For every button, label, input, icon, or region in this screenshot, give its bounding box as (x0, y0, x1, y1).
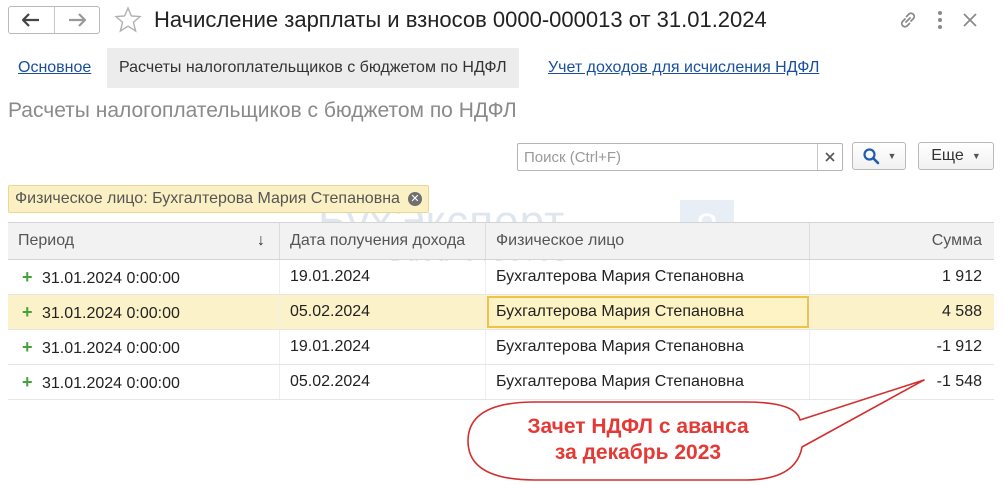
chevron-down-icon: ▼ (887, 151, 897, 161)
cell-income-date[interactable]: 05.02.2024 (280, 365, 486, 399)
cell-income-date[interactable]: 05.02.2024 (280, 295, 486, 329)
tab-main[interactable]: Основное (18, 48, 91, 88)
back-button[interactable] (9, 7, 55, 33)
forward-button[interactable] (55, 7, 100, 33)
table-row[interactable]: +31.01.2024 0:00:00 19.01.2024 Бухгалтер… (8, 330, 994, 365)
cell-income-date[interactable]: 19.01.2024 (280, 330, 486, 364)
search-options-button[interactable]: ▼ (852, 142, 906, 170)
search-box (517, 143, 843, 171)
tab-income-accounting[interactable]: Учет доходов для исчисления НДФЛ (548, 48, 819, 88)
plus-icon: + (22, 337, 33, 357)
clear-search-button[interactable] (817, 144, 842, 170)
arrow-left-icon (22, 13, 40, 27)
column-header-income-date[interactable]: Дата получения дохода (280, 223, 486, 259)
chevron-down-icon: ▼ (971, 151, 981, 161)
cell-sum[interactable]: 4 588 (810, 295, 994, 329)
cell-sum[interactable]: -1 912 (810, 330, 994, 364)
cell-period[interactable]: +31.01.2024 0:00:00 (8, 260, 280, 294)
filter-chip-label: Физическое лицо: Бухгалтерова Мария Степ… (15, 190, 400, 207)
filter-chip[interactable]: Физическое лицо: Бухгалтерова Мария Степ… (8, 185, 429, 213)
cell-period[interactable]: +31.01.2024 0:00:00 (8, 330, 280, 364)
table-row[interactable]: +31.01.2024 0:00:00 05.02.2024 Бухгалтер… (8, 365, 994, 400)
more-actions-button[interactable] (928, 8, 952, 32)
cell-income-date[interactable]: 19.01.2024 (280, 260, 486, 294)
search-icon (862, 148, 879, 165)
cell-sum[interactable]: -1 548 (810, 365, 994, 399)
close-icon (963, 13, 977, 27)
callout-line-2: за декабрь 2023 (554, 441, 722, 464)
tab-ndfl-settlements[interactable]: Расчеты налогоплательщиков с бюджетом по… (107, 48, 519, 88)
cell-person[interactable]: Бухгалтерова Мария Степановна (486, 330, 810, 364)
cell-person[interactable]: Бухгалтерова Мария Степановна (486, 260, 810, 294)
close-icon (825, 152, 835, 162)
remove-filter-icon[interactable]: ✕ (407, 192, 422, 206)
more-button[interactable]: Еще ▼ (918, 142, 994, 170)
cell-period[interactable]: +31.01.2024 0:00:00 (8, 365, 280, 399)
cell-person[interactable]: Бухгалтерова Мария Степановна (486, 365, 810, 399)
plus-icon: + (22, 267, 33, 287)
page-window-title: Начисление зарплаты и взносов 0000-00001… (154, 7, 767, 32)
plus-icon: + (22, 302, 33, 322)
more-button-label: Еще (931, 147, 964, 164)
more-vertical-icon (938, 11, 942, 29)
search-input[interactable] (518, 144, 817, 170)
table-header: Период ↓ Дата получения дохода Физическо… (8, 222, 994, 260)
table-row-selected[interactable]: +31.01.2024 0:00:00 05.02.2024 Бухгалтер… (8, 295, 994, 330)
ndfl-table: Период ↓ Дата получения дохода Физическо… (8, 222, 994, 400)
favorite-star-button[interactable] (113, 5, 143, 35)
column-header-person[interactable]: Физическое лицо (486, 223, 810, 259)
callout-line-1: Зачет НДФЛ с аванса (527, 415, 749, 438)
link-icon (900, 12, 916, 28)
cell-period[interactable]: +31.01.2024 0:00:00 (8, 295, 280, 329)
close-button[interactable] (958, 8, 982, 32)
column-header-period[interactable]: Период ↓ (8, 223, 280, 259)
link-button[interactable] (896, 8, 920, 32)
page-title: Расчеты налогоплательщиков с бюджетом по… (8, 99, 517, 122)
table-row[interactable]: +31.01.2024 0:00:00 19.01.2024 Бухгалтер… (8, 260, 994, 295)
cell-person-focused[interactable]: Бухгалтерова Мария Степановна (486, 295, 810, 329)
column-header-sum[interactable]: Сумма (810, 223, 994, 259)
callout-text: Зачет НДФЛ с аванса за декабрь 2023 (478, 414, 798, 466)
cell-sum[interactable]: 1 912 (810, 260, 994, 294)
arrow-right-icon (68, 13, 86, 27)
plus-icon: + (22, 372, 33, 392)
sort-arrow-icon: ↓ (257, 232, 265, 249)
nav-buttons (8, 6, 100, 34)
star-icon (114, 6, 142, 33)
